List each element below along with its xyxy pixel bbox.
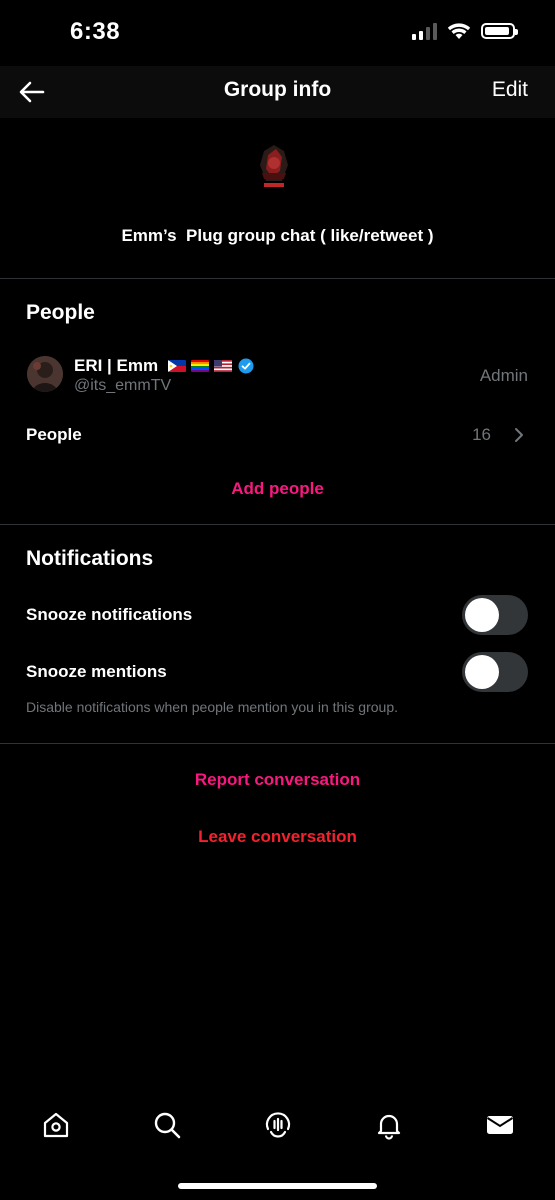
member-name-row[interactable]: ERI | Emm xyxy=(74,356,254,376)
chevron-right-icon[interactable] xyxy=(513,426,525,444)
tab-bar xyxy=(0,1100,555,1150)
snooze-mentions-hint: Disable notifications when people mentio… xyxy=(26,699,399,715)
nav-bar: Group info Edit xyxy=(0,66,555,118)
rainbow-flag-icon xyxy=(191,360,210,372)
people-count: 16 xyxy=(472,425,491,444)
status-icons xyxy=(412,22,518,40)
notifications-section-title: Notifications xyxy=(26,547,154,570)
us-flag-icon xyxy=(214,360,233,372)
snooze-notifications-toggle[interactable] xyxy=(462,595,528,635)
cellular-signal-icon xyxy=(412,22,437,40)
divider xyxy=(0,278,555,279)
status-bar: 6:38 xyxy=(0,0,555,66)
member-name: ERI | Emm xyxy=(74,356,159,375)
divider xyxy=(0,743,555,744)
search-icon xyxy=(154,1112,181,1139)
report-conversation-button[interactable]: Report conversation xyxy=(0,770,555,790)
notifications-icon xyxy=(377,1114,401,1140)
edit-button[interactable]: Edit xyxy=(492,78,528,102)
page-title: Group info xyxy=(223,78,332,101)
snooze-notifications-label: Snooze notifications xyxy=(26,605,193,624)
name-flags xyxy=(168,360,233,372)
home-icon xyxy=(43,1112,69,1138)
wifi-icon xyxy=(447,23,471,39)
leave-conversation-button[interactable]: Leave conversation xyxy=(0,827,555,847)
philippines-flag-icon xyxy=(168,360,187,372)
people-row[interactable]: People xyxy=(26,425,82,445)
add-people-button[interactable]: Add people xyxy=(0,479,555,499)
home-indicator xyxy=(178,1183,377,1189)
avatar[interactable] xyxy=(27,356,63,392)
status-time: 6:38 xyxy=(70,18,121,45)
tab-messages[interactable] xyxy=(480,1100,520,1150)
group-avatar-image xyxy=(260,145,288,187)
messages-icon xyxy=(486,1116,514,1134)
member-role-badge: Admin xyxy=(479,366,528,385)
group-avatar[interactable] xyxy=(254,143,294,193)
tab-notifications[interactable] xyxy=(369,1100,409,1150)
tab-home[interactable] xyxy=(36,1100,76,1150)
tab-spaces[interactable] xyxy=(258,1100,298,1150)
snooze-mentions-label: Snooze mentions xyxy=(26,662,167,681)
spaces-icon xyxy=(265,1112,291,1138)
group-name: Emm’s Plug group chat ( like/retweet ) xyxy=(121,226,434,245)
verified-badge-icon xyxy=(238,358,254,374)
tab-search[interactable] xyxy=(147,1100,187,1150)
battery-icon xyxy=(481,23,518,39)
divider xyxy=(0,524,555,525)
snooze-mentions-toggle[interactable] xyxy=(462,652,528,692)
member-handle: @its_emmTV xyxy=(74,377,172,394)
avatar-image xyxy=(27,356,63,392)
people-section-title: People xyxy=(26,301,95,324)
